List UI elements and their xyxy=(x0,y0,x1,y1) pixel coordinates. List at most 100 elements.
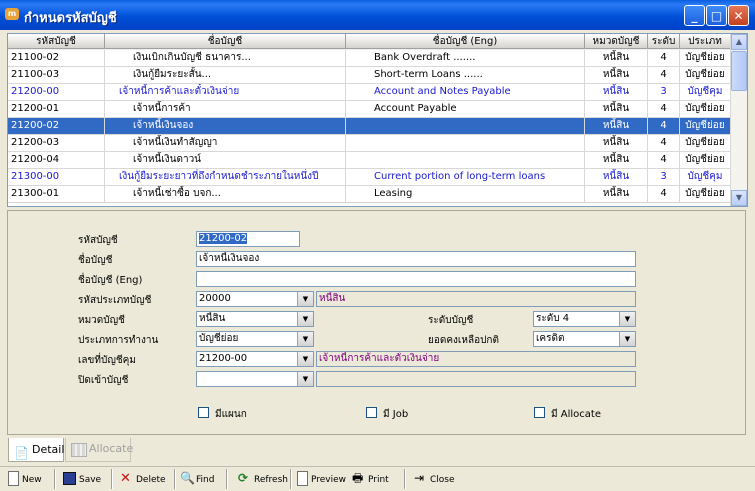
has-allocate-label: มี Allocate xyxy=(551,409,601,420)
tab-allocate[interactable]: Allocate xyxy=(65,438,133,462)
cell-level: 4 xyxy=(648,50,680,66)
cell-name: เจ้าหนี้การค้า xyxy=(105,101,346,117)
table-row[interactable]: 21200-02 เจ้าหนี้เงินจอง หนี้สิน 4 บัญชีย่อย xyxy=(8,118,731,135)
close-to-desc-field xyxy=(316,371,636,387)
chevron-down-icon[interactable]: ▼ xyxy=(297,332,313,346)
chevron-down-icon[interactable]: ▼ xyxy=(619,332,635,346)
cell-group: หนี้สิน xyxy=(585,152,648,168)
tab-detail[interactable]: 📄 Detail xyxy=(8,438,64,462)
print-button[interactable]: 🖶 Print xyxy=(352,471,389,489)
find-icon: 🔍 xyxy=(180,471,195,485)
parent-account-select[interactable]: 21200-00 ▼ xyxy=(196,351,314,367)
column-header-name[interactable]: ชื่อบัญชี xyxy=(105,34,346,49)
account-code-label: รหัสบัญชี xyxy=(78,235,118,246)
table-row[interactable]: 21100-02 เงินเบิกเกินบัญชี ธนาคาร... Bank … xyxy=(8,50,731,67)
cell-type: บัญชีย่อย xyxy=(680,186,731,202)
cell-type: บัญชีย่อย xyxy=(680,101,731,117)
chevron-down-icon[interactable]: ▼ xyxy=(297,372,313,386)
has-department-checkbox[interactable] xyxy=(198,407,209,418)
refresh-button[interactable]: ⟳ Refresh xyxy=(238,471,288,489)
grid-header: รหัสบัญชี ชื่อบัญชี ชื่อบัญชี (Eng) หมวด… xyxy=(8,34,731,50)
normal-balance-label: ยอดคงเหลือปกติ xyxy=(428,335,499,346)
account-name-en-field[interactable] xyxy=(196,271,636,287)
has-department-label: มีแผนก xyxy=(215,409,247,420)
cell-name-en xyxy=(346,135,585,151)
table-row[interactable]: 21100-03 เงินกู้ยืมระยะสั้น... Short-term … xyxy=(8,67,731,84)
account-level-select[interactable]: ระดับ 4 ▼ xyxy=(533,311,636,327)
new-icon xyxy=(8,471,19,486)
operation-type-label: ประเภทการทำงาน xyxy=(78,335,159,346)
scroll-down-icon[interactable]: ▼ xyxy=(731,190,747,206)
column-header-type[interactable]: ประเภท xyxy=(680,34,731,49)
operation-type-select[interactable]: บัญชีย่อย ▼ xyxy=(196,331,314,347)
normal-balance-select[interactable]: เครดิต ▼ xyxy=(533,331,636,347)
has-job-checkbox[interactable] xyxy=(366,407,377,418)
chevron-down-icon[interactable]: ▼ xyxy=(297,312,313,326)
cell-name: เจ้าหนี้เช่าซื้อ บจก... xyxy=(105,186,346,202)
cell-name-en: Account Payable xyxy=(346,101,585,117)
cell-name: เจ้าหนี้เงินทำสัญญา xyxy=(105,135,346,151)
table-row[interactable]: 21200-03 เจ้าหนี้เงินทำสัญญา หนี้สิน 4 บัญชี… xyxy=(8,135,731,152)
column-header-level[interactable]: ระดับ xyxy=(648,34,680,49)
scroll-thumb[interactable] xyxy=(731,51,747,91)
close-to-select[interactable]: ▼ xyxy=(196,371,314,387)
chevron-down-icon[interactable]: ▼ xyxy=(619,312,635,326)
grid-scrollbar[interactable]: ▲ ▼ xyxy=(730,34,747,206)
save-button[interactable]: Save xyxy=(63,471,101,489)
cell-code: 21200-00 xyxy=(8,84,105,100)
new-button[interactable]: New xyxy=(8,471,42,489)
tab-detail-label: Detail xyxy=(32,443,65,456)
delete-button[interactable]: ✕ Delete xyxy=(120,471,166,489)
account-type-code-select[interactable]: 20000 ▼ xyxy=(196,291,314,307)
cell-code: 21300-00 xyxy=(8,169,105,185)
column-header-name-en[interactable]: ชื่อบัญชี (Eng) xyxy=(346,34,585,49)
account-group-select[interactable]: หนี้สิน ▼ xyxy=(196,311,314,327)
preview-button[interactable]: Preview xyxy=(297,471,346,489)
account-type-code-label: รหัสประเภทบัญชี xyxy=(78,295,152,306)
cell-name: เงินกู้ยืมระยะสั้น... xyxy=(105,67,346,83)
delete-icon: ✕ xyxy=(120,471,131,486)
has-allocate-checkbox[interactable] xyxy=(534,407,545,418)
allocate-tab-icon xyxy=(71,443,87,457)
minimize-button[interactable]: _ xyxy=(684,5,705,26)
account-code-field[interactable]: 21200-02 xyxy=(196,231,300,247)
table-row[interactable]: 21300-00 เงินกู้ยืมระยะยาวที่ถึงกำหนดชำระ… xyxy=(8,169,731,186)
cell-name-en: Leasing xyxy=(346,186,585,202)
column-header-group[interactable]: หมวดบัญชี xyxy=(585,34,648,49)
cell-type: บัญชีย่อย xyxy=(680,135,731,151)
operation-type-value: บัญชีย่อย xyxy=(199,333,239,344)
save-label: Save xyxy=(79,475,102,485)
normal-balance-value: เครดิต xyxy=(536,333,565,344)
chevron-down-icon[interactable]: ▼ xyxy=(297,292,313,306)
cell-code: 21100-03 xyxy=(8,67,105,83)
cell-name-en xyxy=(346,152,585,168)
app-icon[interactable]: m xyxy=(5,8,19,20)
table-row[interactable]: 21200-00 เจ้าหนี้การค้าและตั๋วเงินจ่าย Acc… xyxy=(8,84,731,101)
chevron-down-icon[interactable]: ▼ xyxy=(297,352,313,366)
scroll-up-icon[interactable]: ▲ xyxy=(731,34,747,50)
new-label: New xyxy=(22,475,42,485)
find-button[interactable]: 🔍Find xyxy=(180,471,214,489)
bottom-toolbar: New Save ✕ Delete 🔍Find ⟳ Refresh Preview … xyxy=(0,466,755,491)
refresh-icon: ⟳ xyxy=(238,471,249,485)
account-grid[interactable]: รหัสบัญชี ชื่อบัญชี ชื่อบัญชี (Eng) หมวด… xyxy=(7,33,748,207)
table-row[interactable]: 21200-01 เจ้าหนี้การค้า Account Payable หนี… xyxy=(8,101,731,118)
cell-group: หนี้สิน xyxy=(585,186,648,202)
cell-type: บัญชีย่อย xyxy=(680,67,731,83)
cell-type: บัญชีย่อย xyxy=(680,118,731,134)
cell-code: 21200-01 xyxy=(8,101,105,117)
print-label: Print xyxy=(368,475,389,485)
account-name-label: ชื่อบัญชี xyxy=(78,255,113,266)
cell-type: บัญชีคุม xyxy=(680,169,731,185)
preview-icon xyxy=(297,471,308,486)
column-header-code[interactable]: รหัสบัญชี xyxy=(8,34,105,49)
close-button[interactable]: ✕ xyxy=(728,5,749,26)
table-row[interactable]: 21300-01 เจ้าหนี้เช่าซื้อ บจก... Leasing หน… xyxy=(8,186,731,203)
cell-group: หนี้สิน xyxy=(585,118,648,134)
account-name-field[interactable]: เจ้าหนี้เงินจอง xyxy=(196,251,636,267)
cell-name-en: Current portion of long-term loans xyxy=(346,169,585,185)
maximize-button[interactable]: □ xyxy=(706,5,727,26)
refresh-label: Refresh xyxy=(254,475,288,485)
table-row[interactable]: 21200-04 เจ้าหนี้เงินดาวน์ หนี้สิน 4 บัญชีย่… xyxy=(8,152,731,169)
close-app-button[interactable]: ⇥ Close xyxy=(414,471,455,489)
